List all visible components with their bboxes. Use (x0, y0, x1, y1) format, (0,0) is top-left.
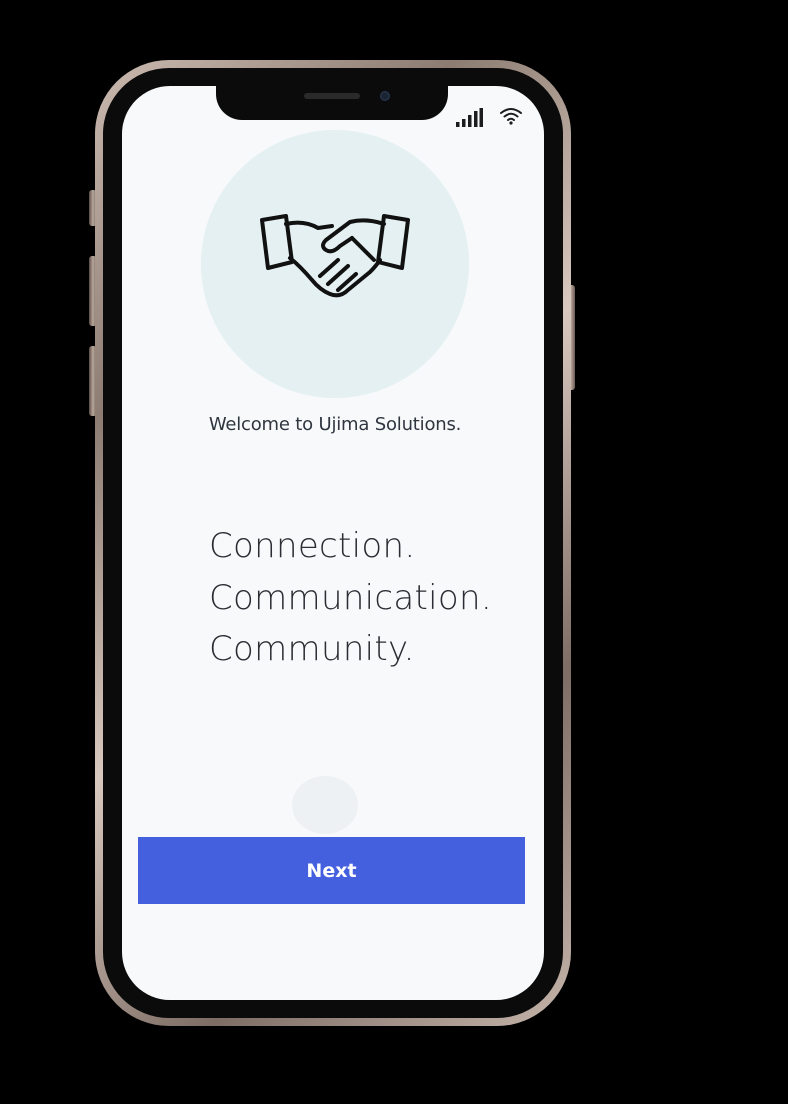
notch (216, 86, 448, 120)
phone-screen: Welcome to Ujima Solutions. Connection. … (122, 86, 544, 1000)
welcome-text: Welcome to Ujima Solutions. (208, 414, 462, 435)
signal-bars-icon (456, 108, 483, 127)
tagline-community: Community. (209, 629, 415, 669)
earpiece-speaker (304, 93, 360, 99)
stage: Welcome to Ujima Solutions. Connection. … (0, 0, 788, 1104)
tagline-connection: Connection. (209, 526, 416, 566)
wifi-icon (500, 108, 522, 125)
front-camera (380, 91, 390, 101)
next-button[interactable]: Next (138, 837, 525, 904)
handshake-icon (260, 214, 410, 298)
background-decoration (292, 776, 358, 834)
tagline-communication: Communication. (209, 578, 492, 618)
